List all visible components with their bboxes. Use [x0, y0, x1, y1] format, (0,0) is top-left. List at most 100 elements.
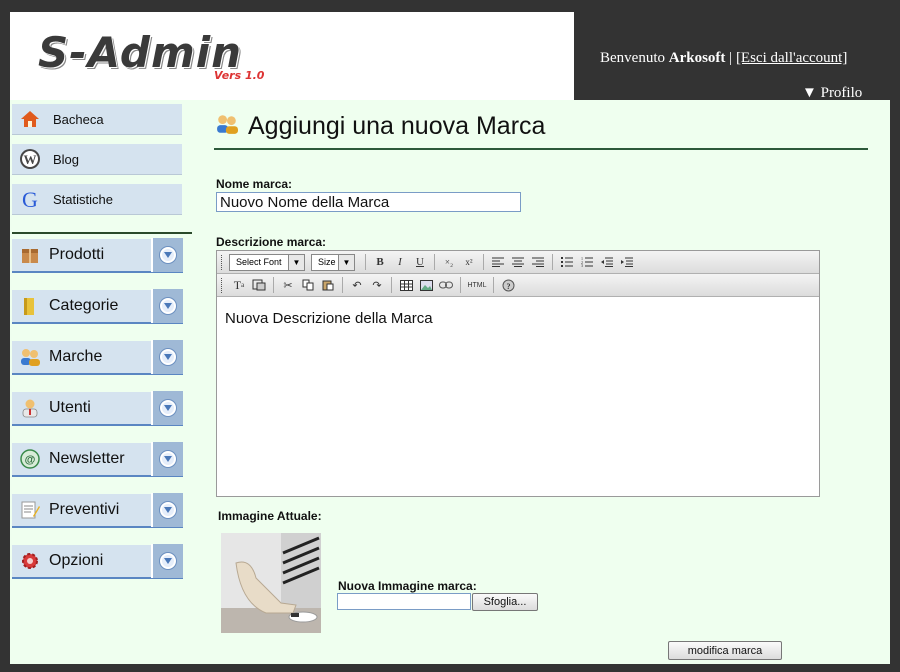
numbered-list-icon[interactable]: 123 — [577, 253, 597, 271]
sidebar-item-label: Blog — [53, 151, 80, 167]
welcome-prefix: Benvenuto — [600, 50, 665, 66]
outdent-icon[interactable] — [597, 253, 617, 271]
align-center-icon[interactable] — [508, 253, 528, 271]
toolbar-separator — [391, 277, 392, 293]
toolbar-separator — [460, 277, 461, 293]
submit-button[interactable]: modifica marca — [668, 641, 782, 660]
chevron-down-icon — [160, 553, 176, 569]
help-icon[interactable]: ? — [498, 276, 518, 294]
editor-toolbar-2: Ta ✂ ↶ ↷ HTML ? — [217, 274, 819, 297]
sidebar-section-newsletter[interactable]: @ Newsletter — [12, 442, 183, 477]
toolbar-separator — [493, 277, 494, 293]
expand-button[interactable] — [151, 340, 183, 374]
chevron-down-icon — [160, 451, 176, 467]
sidebar-section-marche[interactable]: Marche — [12, 340, 183, 375]
svg-text:G: G — [22, 188, 38, 210]
toolbar-separator — [273, 277, 274, 293]
html-source-button[interactable]: HTML — [465, 276, 489, 294]
indent-icon[interactable] — [617, 253, 637, 271]
sidebar-item-bacheca[interactable]: Bacheca — [12, 104, 182, 135]
align-right-icon[interactable] — [528, 253, 548, 271]
section-label: Preventivi — [49, 501, 120, 518]
section-label: Utenti — [49, 399, 91, 416]
underline-icon[interactable]: U — [410, 253, 430, 271]
browse-button[interactable]: Sfoglia... — [472, 593, 538, 611]
table-icon[interactable] — [396, 276, 416, 294]
rich-text-editor[interactable]: Select Font ▼ Size ▼ B I U ×₂ x² 123 Ta ✂ … — [216, 250, 820, 497]
size-select[interactable]: Size ▼ — [311, 253, 355, 271]
sidebar: Bacheca W Blog G Statistiche — [12, 104, 192, 224]
new-image-label: Nuova Immagine marca: — [338, 579, 477, 593]
expand-button[interactable] — [151, 544, 183, 578]
background-color-icon[interactable] — [249, 276, 269, 294]
sidebar-item-statistiche[interactable]: G Statistiche — [12, 184, 182, 215]
svg-text:W: W — [24, 152, 37, 167]
chevron-down-icon — [160, 247, 176, 263]
sidebar-section-preventivi[interactable]: Preventivi — [12, 493, 183, 528]
section-label: Marche — [49, 348, 103, 365]
current-brand-image — [221, 533, 321, 633]
logo-version: Vers 1.0 — [214, 69, 265, 82]
toolbar-separator — [552, 254, 553, 270]
text-color-icon[interactable]: Ta — [229, 276, 249, 294]
align-left-icon[interactable] — [488, 253, 508, 271]
note-icon — [19, 499, 41, 521]
file-path-input[interactable] — [337, 593, 471, 610]
link-icon[interactable] — [436, 276, 456, 294]
page-header: Aggiungi una nuova Marca — [214, 112, 545, 141]
sidebar-divider — [12, 232, 192, 234]
editor-content[interactable]: Nuova Descrizione della Marca — [217, 298, 819, 496]
subscript-icon[interactable]: ×₂ — [439, 253, 459, 271]
italic-icon[interactable]: I — [390, 253, 410, 271]
section-label: Newsletter — [49, 450, 125, 467]
users-icon — [214, 113, 240, 140]
separator: | — [729, 50, 733, 66]
brand-name-input[interactable] — [216, 192, 521, 212]
folder-icon — [19, 295, 41, 317]
svg-text:3: 3 — [581, 263, 583, 267]
undo-icon[interactable]: ↶ — [347, 276, 367, 294]
sidebar-section-prodotti[interactable]: Prodotti — [12, 238, 183, 273]
email-icon: @ — [19, 448, 41, 470]
section-label: Categorie — [49, 297, 119, 314]
expand-button[interactable] — [151, 493, 183, 527]
redo-icon[interactable]: ↷ — [367, 276, 387, 294]
expand-button[interactable] — [151, 391, 183, 425]
expand-button[interactable] — [151, 238, 183, 272]
name-label: Nome marca: — [216, 177, 293, 191]
image-icon[interactable] — [416, 276, 436, 294]
toolbar-grip[interactable] — [221, 277, 224, 293]
sidebar-section-utenti[interactable]: Utenti — [12, 391, 183, 426]
section-label: Opzioni — [49, 552, 104, 569]
copy-icon[interactable] — [298, 276, 318, 294]
sidebar-item-blog[interactable]: W Blog — [12, 144, 182, 175]
title-divider — [214, 148, 868, 150]
bold-icon[interactable]: B — [370, 253, 390, 271]
welcome-text: Benvenuto Arkosoft | [Esci dall'account] — [600, 50, 847, 67]
user-icon — [19, 397, 41, 419]
bullet-list-icon[interactable] — [557, 253, 577, 271]
logo: S-Admin — [38, 28, 243, 77]
logout-link[interactable]: [Esci dall'account] — [736, 50, 847, 66]
toolbar-grip[interactable] — [221, 254, 224, 270]
profile-menu[interactable]: ▼ Profilo — [802, 85, 862, 102]
section-label: Prodotti — [49, 246, 105, 263]
expand-button[interactable] — [151, 442, 183, 476]
sidebar-item-label: Statistiche — [53, 191, 113, 207]
font-select[interactable]: Select Font ▼ — [229, 253, 305, 271]
sidebar-item-label: Bacheca — [53, 111, 104, 127]
paste-icon[interactable] — [318, 276, 338, 294]
sidebar-section-categorie[interactable]: Categorie — [12, 289, 183, 324]
gear-icon — [19, 550, 41, 572]
wordpress-icon: W — [19, 148, 41, 170]
home-icon — [19, 108, 41, 130]
toolbar-separator — [342, 277, 343, 293]
chevron-down-icon — [160, 349, 176, 365]
chevron-down-icon — [160, 502, 176, 518]
expand-button[interactable] — [151, 289, 183, 323]
sidebar-section-opzioni[interactable]: Opzioni — [12, 544, 183, 579]
font-select-label: Select Font — [236, 257, 282, 267]
cut-icon[interactable]: ✂ — [278, 276, 298, 294]
superscript-icon[interactable]: x² — [459, 253, 479, 271]
toolbar-separator — [365, 254, 366, 270]
